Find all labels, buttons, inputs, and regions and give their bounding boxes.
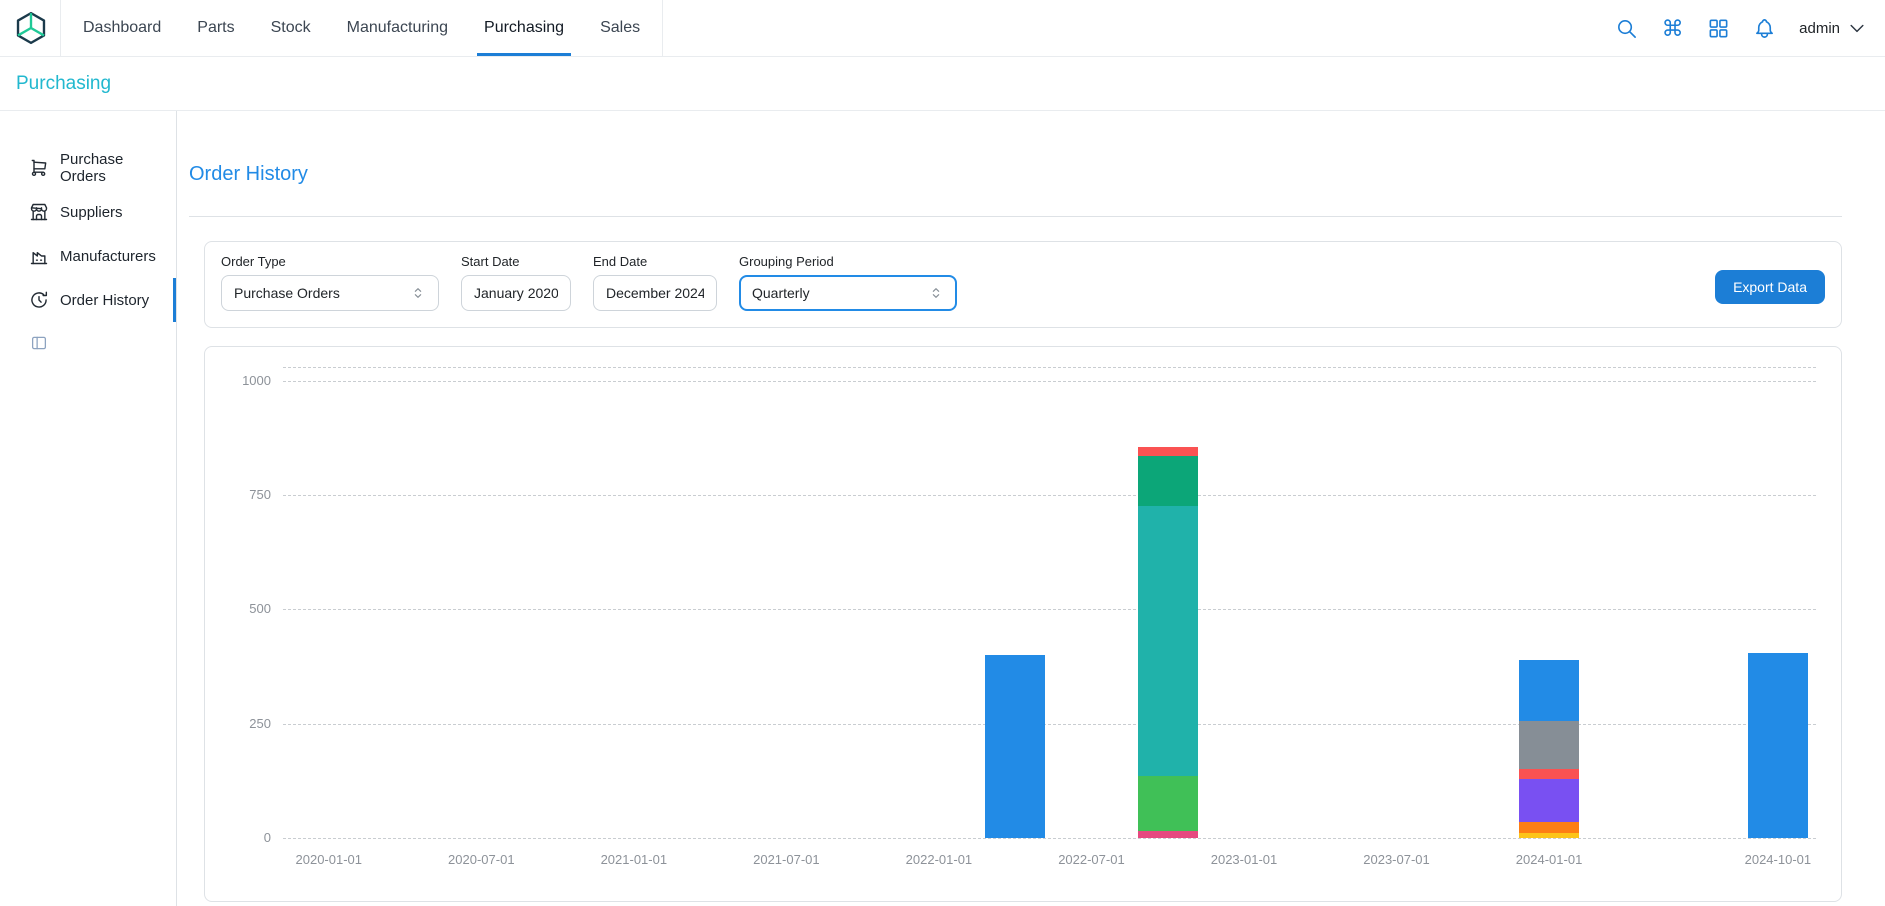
sidebar-item-order-history[interactable]: Order History [0,278,176,322]
grouping-period-field: Grouping Period Quarterly [739,254,957,311]
grouping-period-select[interactable]: Quarterly [739,275,957,311]
y-axis-tick-label: 500 [205,601,271,616]
order-history-chart-card: 0 250 500 750 1000 2020-01-01 2020-07-01 2021-0… [204,346,1842,902]
bar-segment-red [1138,447,1198,456]
y-axis-tick-label: 1000 [205,373,271,388]
gridline [283,838,1816,839]
x-axis-tick-label: 2023-07-01 [1363,852,1430,867]
bar-segment-red [1519,769,1579,778]
x-axis-tick-label: 2023-01-01 [1211,852,1278,867]
order-type-field: Order Type Purchase Orders [221,254,439,311]
x-axis-tick-label: 2020-07-01 [448,852,515,867]
chart-bar[interactable] [1138,447,1198,838]
sidebar-item-manufacturers[interactable]: Manufacturers [0,234,176,278]
sidebar-item-suppliers[interactable]: Suppliers [0,190,176,234]
user-menu[interactable]: admin [1799,18,1867,38]
search-icon[interactable] [1615,17,1638,40]
bar-segment-blue [985,655,1045,838]
nav-tab-stock[interactable]: Stock [253,0,329,56]
app-logo-icon[interactable] [12,9,50,47]
nav-tab-sales[interactable]: Sales [582,0,658,56]
nav-tab-parts[interactable]: Parts [179,0,252,56]
bar-segment-yellow [1519,833,1579,838]
x-axis-tick-label: 2020-01-01 [296,852,363,867]
breadcrumb-bar: Purchasing [0,57,1885,111]
x-axis-tick-label: 2024-10-01 [1745,852,1812,867]
bar-segment-blue [1748,653,1808,838]
bar-segment-blue [1519,660,1579,722]
order-type-select[interactable]: Purchase Orders [221,275,439,311]
history-clock-icon [29,290,49,310]
nav-tab-manufacturing[interactable]: Manufacturing [329,0,466,56]
shopping-cart-icon [29,158,49,178]
x-axis-tick-label: 2024-01-01 [1516,852,1583,867]
bar-segment-orange [1519,822,1579,833]
barcode-scan-icon[interactable] [1707,17,1730,40]
bar-segment-pink [1138,831,1198,838]
bar-segment-green [1138,776,1198,831]
selector-chevrons-icon [928,285,944,301]
start-date-input[interactable] [461,275,571,311]
end-date-label: End Date [593,254,717,269]
start-date-field: Start Date [461,254,571,311]
x-axis-tick-label: 2021-07-01 [753,852,820,867]
sidebar-item-label: Purchase Orders [60,151,173,185]
y-axis-tick-label: 750 [205,487,271,502]
sidebar-collapse-icon[interactable] [30,334,48,352]
filter-card: Order Type Purchase Orders Start Date En… [204,241,1842,328]
building-store-icon [29,202,49,222]
end-date-field: End Date [593,254,717,311]
nav-tab-dashboard[interactable]: Dashboard [65,0,179,56]
gridline-top [283,367,1816,368]
start-date-label: Start Date [461,254,571,269]
chart-bar[interactable] [985,655,1045,838]
command-palette-icon[interactable]: ⌘ [1661,17,1684,40]
gridline [283,381,1816,382]
x-axis-tick-label: 2021-01-01 [601,852,668,867]
breadcrumb[interactable]: Purchasing [16,73,111,95]
user-name: admin [1799,20,1840,37]
content-area: Purchase Orders Suppliers Manufacturers … [0,111,1885,906]
order-type-value: Purchase Orders [234,285,340,301]
topbar: Dashboard Parts Stock Manufacturing Purc… [0,0,1885,57]
export-data-button[interactable]: Export Data [1715,270,1825,304]
sidebar-item-label: Order History [60,292,149,309]
notifications-bell-icon[interactable] [1753,17,1776,40]
grouping-period-value: Quarterly [752,285,810,301]
gridline [283,724,1816,725]
x-axis-tick-label: 2022-07-01 [1058,852,1125,867]
main-panel: Order History Order Type Purchase Orders… [177,111,1885,906]
chevron-down-icon [1847,18,1867,38]
order-history-chart: 0 250 500 750 1000 2020-01-01 2020-07-01 2021-0… [205,347,1841,901]
sidebar: Purchase Orders Suppliers Manufacturers … [0,111,177,906]
bar-segment-seagreen [1138,456,1198,506]
y-axis-tick-label: 250 [205,716,271,731]
gridline [283,495,1816,496]
grouping-period-label: Grouping Period [739,254,957,269]
page-title: Order History [189,163,1842,186]
topbar-actions: ⌘ admin [1615,0,1867,56]
title-divider [189,216,1842,217]
sidebar-item-label: Manufacturers [60,248,156,265]
bar-segment-gray [1519,721,1579,769]
chart-bar[interactable] [1519,660,1579,838]
end-date-input[interactable] [593,275,717,311]
gridline [283,609,1816,610]
sidebar-item-label: Suppliers [60,204,123,221]
sidebar-item-purchase-orders[interactable]: Purchase Orders [0,146,176,190]
main-nav: Dashboard Parts Stock Manufacturing Purc… [60,0,663,56]
bar-segment-teal [1138,506,1198,776]
nav-tab-purchasing[interactable]: Purchasing [466,0,582,56]
chart-bar[interactable] [1748,653,1808,838]
selector-chevrons-icon [410,285,426,301]
building-factory-icon [29,246,49,266]
bar-segment-violet [1519,779,1579,822]
x-axis-tick-label: 2022-01-01 [906,852,973,867]
order-type-label: Order Type [221,254,439,269]
y-axis-tick-label: 0 [205,830,271,845]
